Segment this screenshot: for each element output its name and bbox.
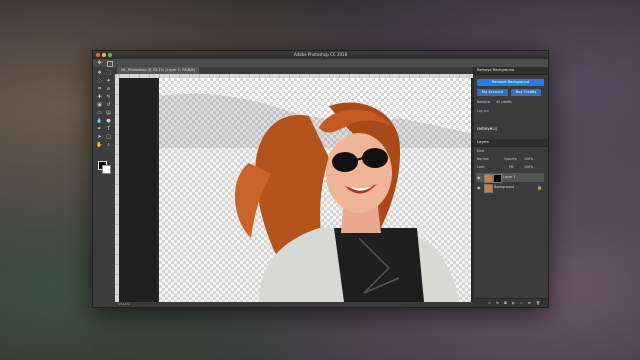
fill-label: Fill: bbox=[509, 165, 515, 169]
overall-bib bbox=[334, 228, 424, 302]
close-window-button[interactable] bbox=[96, 53, 100, 57]
zoom-icon[interactable]: ⌕ bbox=[105, 142, 112, 148]
layer-name[interactable]: Background bbox=[494, 183, 514, 192]
maximize-window-button[interactable] bbox=[108, 53, 112, 57]
new-group-icon[interactable]: ▭ bbox=[520, 301, 523, 305]
background-color-swatch[interactable] bbox=[102, 165, 111, 174]
layer-thumbnail bbox=[484, 184, 493, 193]
heal-icon[interactable]: ✚ bbox=[96, 94, 103, 100]
hand-icon[interactable]: ✋ bbox=[96, 142, 103, 148]
lock-icon: 🔒 bbox=[537, 185, 542, 190]
adjustment-layer-icon[interactable]: ◐ bbox=[512, 301, 515, 305]
removebg-panel-title: Remove Background bbox=[477, 68, 515, 72]
move-tool-options-icon[interactable]: ✥ bbox=[96, 60, 103, 66]
pasteboard bbox=[119, 78, 157, 302]
blend-mode-select[interactable]: Normal bbox=[477, 157, 489, 161]
logout-link[interactable]: Log out bbox=[477, 109, 489, 113]
layers-footer: ∞ fx ◘ ◐ ▭ ⊞ 🗑 bbox=[474, 298, 548, 307]
removebg-panel-header[interactable]: Remove Background bbox=[474, 67, 548, 75]
brush-icon[interactable]: ✎ bbox=[105, 94, 112, 100]
add-mask-icon[interactable]: ◘ bbox=[504, 301, 507, 305]
photo-layer bbox=[159, 93, 471, 302]
layer-style-icon[interactable]: fx bbox=[496, 301, 499, 305]
trash-icon[interactable]: 🗑 bbox=[536, 301, 540, 305]
balance-label: Balance: bbox=[477, 100, 491, 104]
layers-panel-title: Layers bbox=[477, 140, 489, 144]
document-tab[interactable]: ML_Photoshop @ 53.1% (Layer 1, RGB/8) bbox=[117, 67, 200, 74]
shape-icon[interactable]: ▢ bbox=[105, 134, 112, 140]
removebg-logo: removebg bbox=[477, 127, 497, 131]
layer-name[interactable]: Layer 1 bbox=[503, 173, 516, 182]
my-account-button[interactable]: My Account bbox=[477, 89, 508, 96]
dodge-icon[interactable]: ● bbox=[105, 118, 112, 124]
stamp-icon[interactable]: ▣ bbox=[96, 102, 103, 108]
layer-row-background[interactable]: ◉ Background 🔒 bbox=[476, 183, 544, 193]
minimize-window-button[interactable] bbox=[102, 53, 106, 57]
photoshop-window: Adobe Photoshop CC 2018 ✥ ✥ ⬚ ◌ ✦ ⌗ ⌀ ✚ … bbox=[92, 50, 549, 308]
sunglasses-left-lens bbox=[332, 152, 358, 172]
new-layer-icon[interactable]: ⊞ bbox=[528, 301, 531, 305]
face bbox=[326, 133, 392, 213]
buy-credits-button[interactable]: Buy Credits bbox=[511, 89, 541, 96]
layer-row-layer-1[interactable]: ◉ Layer 1 bbox=[476, 173, 544, 183]
zoom-readout[interactable]: 53.14% bbox=[115, 302, 129, 306]
marquee-icon[interactable]: ⬚ bbox=[105, 70, 112, 76]
layer-mask-thumbnail[interactable] bbox=[493, 174, 502, 183]
crop-icon[interactable]: ⌗ bbox=[96, 86, 103, 92]
visibility-eye-icon[interactable]: ◉ bbox=[477, 175, 481, 180]
visibility-eye-icon[interactable]: ◉ bbox=[477, 185, 481, 190]
history-brush-icon[interactable]: ↺ bbox=[105, 102, 112, 108]
lasso-icon[interactable]: ◌ bbox=[96, 78, 103, 84]
document-canvas[interactable] bbox=[159, 78, 471, 302]
eraser-icon[interactable]: ▭ bbox=[96, 110, 103, 116]
pen-icon[interactable]: ✒ bbox=[96, 126, 103, 132]
type-icon[interactable]: T bbox=[105, 126, 112, 132]
removebg-logo-text: remove bbox=[477, 126, 493, 131]
canvas-workspace[interactable] bbox=[119, 78, 473, 302]
opacity-label: Opacity: bbox=[504, 157, 518, 161]
window-title: Adobe Photoshop CC 2018 bbox=[293, 52, 348, 57]
remove-background-button[interactable]: Remove Background bbox=[477, 79, 544, 86]
gradient-icon[interactable]: ▤ bbox=[105, 110, 112, 116]
fill-value[interactable]: 100% bbox=[524, 165, 533, 169]
right-panels: Remove Background Remove Background My A… bbox=[473, 67, 548, 307]
layers-panel-header[interactable]: Layers bbox=[474, 139, 548, 147]
blur-icon[interactable]: 💧 bbox=[96, 118, 103, 124]
layer-thumbnail bbox=[484, 174, 493, 183]
layer-filter-kind[interactable]: Kind bbox=[477, 149, 484, 153]
toolbox: ✥ ⬚ ◌ ✦ ⌗ ⌀ ✚ ✎ ▣ ↺ ▭ ▤ 💧 ● ✒ T ➤ ▢ ✋ ⌕ bbox=[93, 67, 116, 307]
opacity-value[interactable]: 100% bbox=[524, 157, 533, 161]
move-icon[interactable]: ✥ bbox=[96, 70, 103, 76]
path-select-icon[interactable]: ➤ bbox=[96, 134, 103, 140]
status-bar: 53.14% bbox=[115, 302, 473, 307]
title-bar: Adobe Photoshop CC 2018 bbox=[93, 51, 548, 59]
balance-value: 40 credits bbox=[496, 100, 512, 104]
magic-wand-icon[interactable]: ✦ bbox=[105, 78, 112, 84]
sunglasses-right-lens bbox=[362, 148, 388, 168]
lock-label: Lock: bbox=[477, 165, 486, 169]
removebg-logo-suffix: bg bbox=[492, 126, 498, 131]
eyedropper-icon[interactable]: ⌀ bbox=[105, 86, 112, 92]
link-layers-icon[interactable]: ∞ bbox=[488, 301, 491, 305]
